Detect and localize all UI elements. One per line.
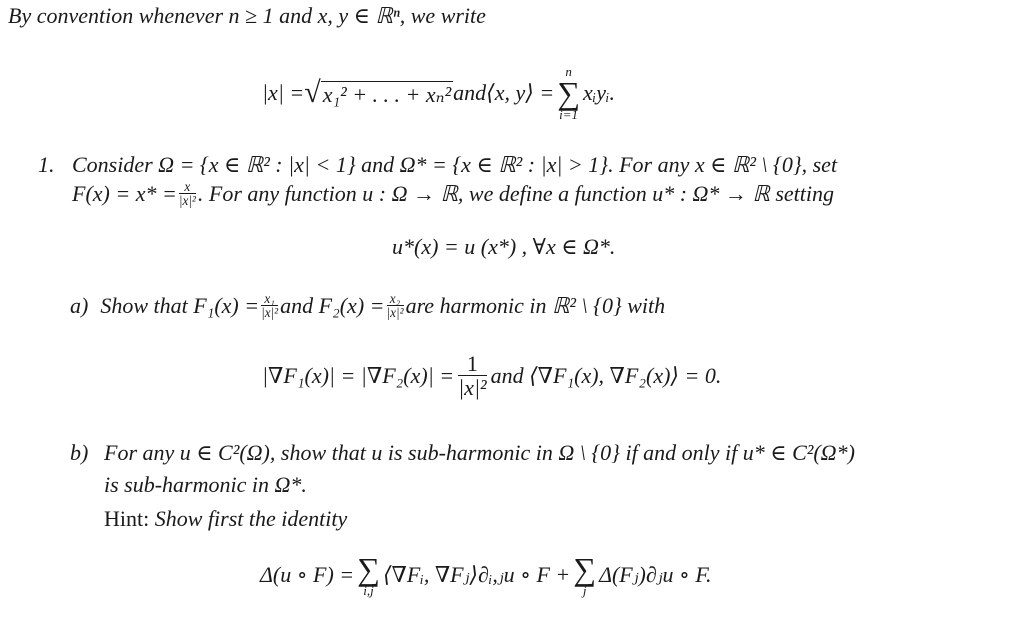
problem-line-2: F(x) = x* = x |x|² . For any function u … <box>72 180 835 209</box>
problem-line-1: Consider Ω = {x ∈ ℝ² : |x| < 1} and Ω* =… <box>72 152 838 177</box>
identity-lhs: Δ(u ∘ F) = <box>260 562 355 587</box>
gradient-denominator: |x|² <box>458 375 487 401</box>
gradient-equation: |∇F₁(x)| = |∇F₂(x)| = 1 |x|² and ⟨∇F₁(x)… <box>262 352 721 399</box>
inner-rhs: xᵢyᵢ. <box>583 80 616 105</box>
f1-fraction: x₁ |x|² <box>261 292 279 321</box>
summation-j: ∑ j <box>573 551 597 598</box>
sigma-symbol: ∑ <box>357 551 380 587</box>
inversion-fraction: x |x|² <box>178 180 196 209</box>
gradient-numerator: 1 <box>458 352 487 377</box>
gradient-lhs: |∇F₁(x)| = |∇F₂(x)| = <box>262 362 455 388</box>
f1-numerator: x₁ <box>261 292 279 307</box>
part-a-label: a) <box>70 292 89 318</box>
f2-denominator: |x|² <box>386 305 404 321</box>
inner-lhs: ⟨x, y⟩ = <box>486 80 555 105</box>
gradient-fraction: 1 |x|² <box>458 352 487 401</box>
part-a-suffix: are harmonic in ℝ² \ {0} with <box>405 292 666 318</box>
map-definition: F(x) = x* = <box>72 180 177 206</box>
identity-middle: ⟨∇Fᵢ, ∇Fⱼ⟩∂ᵢ,ⱼu ∘ F + <box>382 562 571 587</box>
f2-fraction: x₂ |x|² <box>386 292 404 321</box>
norm-lhs: |x| = <box>262 80 305 105</box>
part-b-line-1: For any u ∈ C²(Ω), show that u is sub-ha… <box>104 440 855 465</box>
part-b-line-2: is sub-harmonic in Ω*. <box>104 472 307 497</box>
sqrt-symbol: √ <box>304 76 321 109</box>
part-a-prefix: Show that F₁(x) = <box>100 292 260 318</box>
kelvin-transform-equation: u*(x) = u (x*) , ∀x ∈ Ω*. <box>392 234 616 259</box>
identity-rhs: Δ(Fⱼ)∂ⱼu ∘ F. <box>599 562 712 587</box>
summation: n ∑ i=1 <box>557 65 580 121</box>
intro-text: By convention whenever n ≥ 1 and x, y ∈ … <box>8 3 486 28</box>
fraction-denominator: |x|² <box>178 193 196 209</box>
fraction-numerator: x <box>178 180 196 195</box>
hint-text: Show first the identity <box>149 506 348 531</box>
f2-numerator: x₂ <box>386 292 404 307</box>
problem-line-2-suffix: . For any function u : Ω → ℝ, we define … <box>197 180 835 206</box>
definition-equation: |x| = √x₁² + . . . + xₙ² and ⟨x, y⟩ = n … <box>262 58 615 128</box>
hint-line: Hint: Show first the identity <box>104 508 347 530</box>
summation-ij: ∑ i,j <box>357 551 380 598</box>
sigma-symbol: ∑ <box>573 551 597 587</box>
part-a-statement: a) Show that F₁(x) = x₁ |x|² and F₂(x) =… <box>70 292 666 321</box>
sum-lower: i=1 <box>559 107 579 123</box>
problem-number: 1. <box>38 152 55 177</box>
sigma-symbol: ∑ <box>557 74 581 111</box>
identity-equation: Δ(u ∘ F) = ∑ i,j ⟨∇Fᵢ, ∇Fⱼ⟩∂ᵢ,ⱼu ∘ F + ∑… <box>260 551 712 598</box>
hint-label: Hint: <box>104 506 150 531</box>
f1-denominator: |x|² <box>261 305 279 321</box>
gradient-rhs: and ⟨∇F₁(x), ∇F₂(x)⟩ = 0. <box>490 362 722 388</box>
norm-rhs: x₁² + . . . + xₙ² <box>320 80 454 107</box>
part-b-label: b) <box>70 440 89 465</box>
connector: and <box>453 80 487 105</box>
part-a-mid: and F₂(x) = <box>280 292 385 318</box>
sqrt-expression: √x₁² + . . . + xₙ² <box>304 76 454 109</box>
